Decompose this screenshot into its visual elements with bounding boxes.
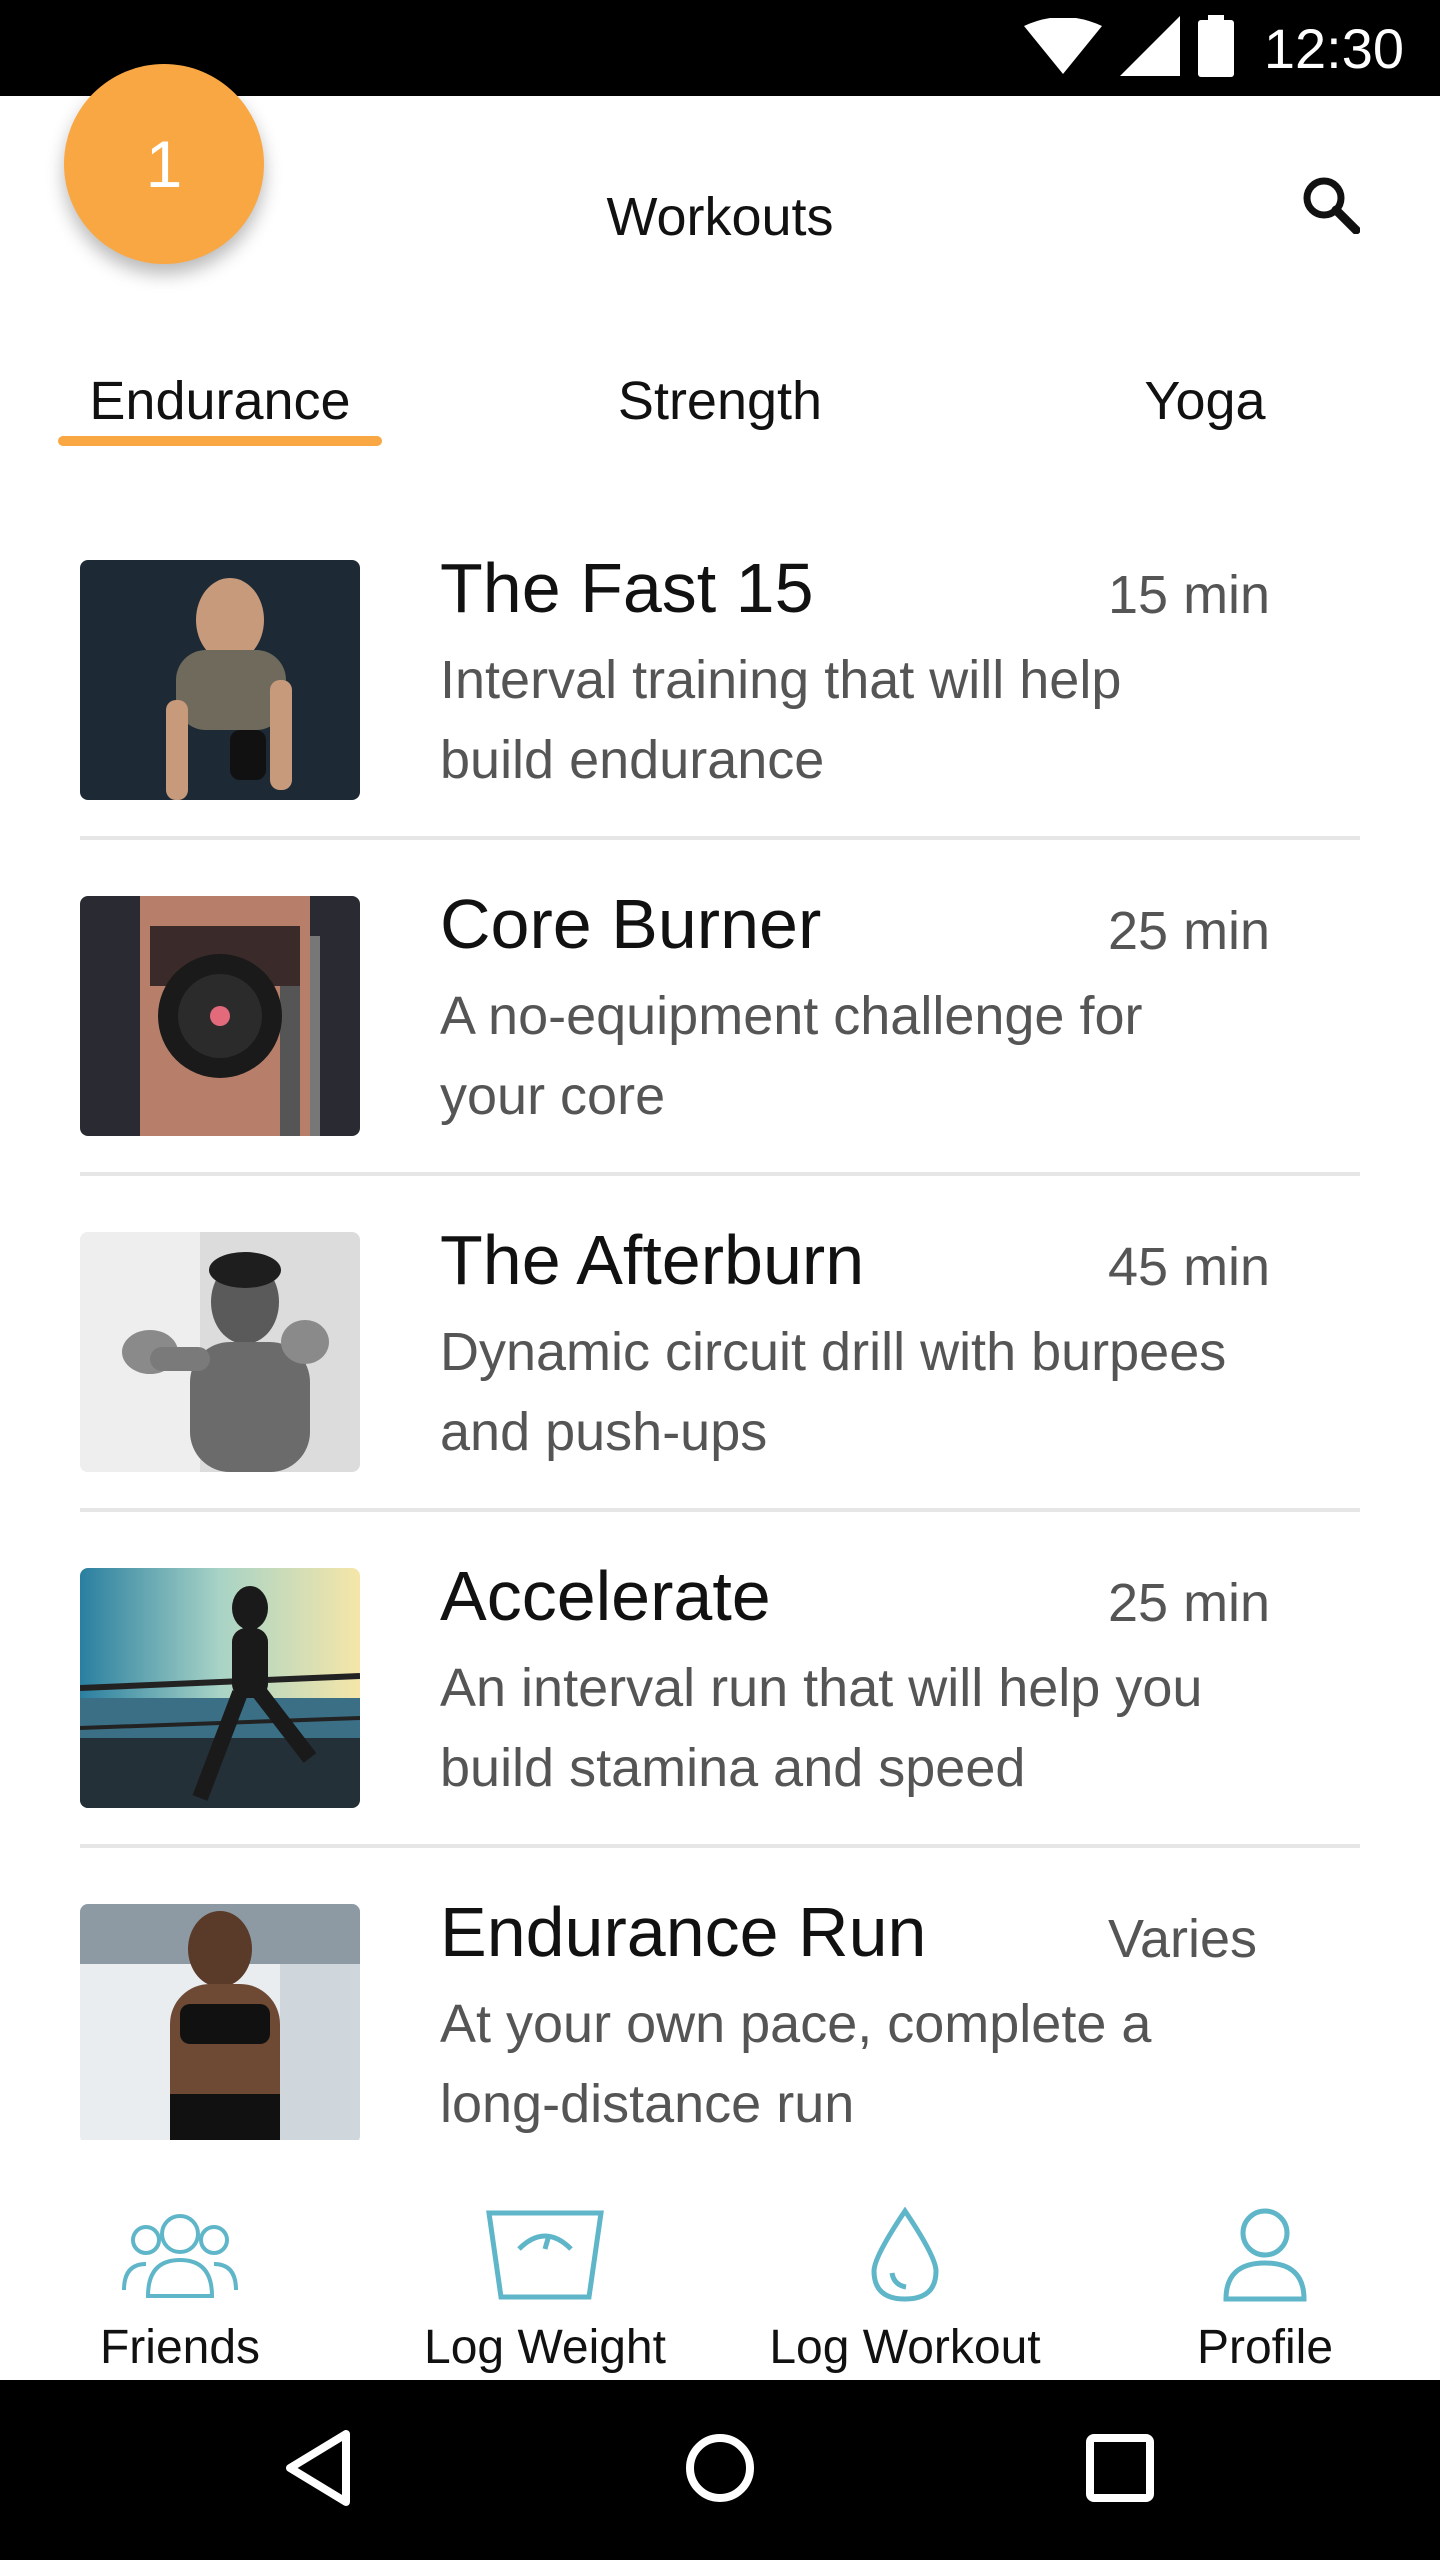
home-button[interactable] bbox=[670, 2420, 770, 2520]
workout-duration: 25 min bbox=[1108, 901, 1271, 961]
workout-thumbnail bbox=[80, 560, 360, 800]
workout-duration: 45 min bbox=[1108, 1237, 1271, 1297]
workout-thumbnail bbox=[80, 896, 360, 1136]
workout-title: Endurance Run bbox=[440, 1893, 927, 1971]
tab-strength[interactable]: Strength bbox=[560, 356, 880, 446]
workout-thumbnail bbox=[80, 1568, 360, 1808]
nav-log-weight[interactable]: Log Weight bbox=[400, 2160, 690, 2380]
tab-endurance[interactable]: Endurance bbox=[58, 356, 382, 446]
nav-label: Log Weight bbox=[424, 2321, 666, 2374]
recents-button[interactable] bbox=[1070, 2420, 1170, 2520]
battery-icon bbox=[1197, 14, 1234, 82]
friends-icon bbox=[120, 2190, 240, 2320]
divider bbox=[80, 836, 1360, 840]
tab-indicator bbox=[58, 436, 382, 446]
search-icon bbox=[1300, 174, 1361, 239]
workout-description: A no-equipment challenge for your core bbox=[440, 986, 1143, 1126]
workout-title: Core Burner bbox=[440, 885, 822, 963]
recents-icon bbox=[1080, 2428, 1160, 2513]
home-icon bbox=[680, 2428, 760, 2513]
nav-label: Profile bbox=[1196, 2321, 1334, 2374]
nav-friends[interactable]: Friends bbox=[70, 2160, 290, 2380]
workout-item-endurance-run[interactable]: Endurance Run Varies At your own pace, c… bbox=[0, 1874, 1440, 2140]
divider bbox=[80, 1172, 1360, 1176]
tab-yoga[interactable]: Yoga bbox=[1100, 356, 1310, 446]
search-button[interactable] bbox=[1290, 166, 1370, 246]
workout-item-the-afterburn[interactable]: The Afterburn 45 min Dynamic circuit dri… bbox=[0, 1202, 1440, 1538]
bottom-nav: Friends Log Weight Log Workout Profile bbox=[0, 2160, 1440, 2380]
system-nav-bar bbox=[0, 2380, 1440, 2560]
divider bbox=[80, 1844, 1360, 1848]
nav-label: Log Workout bbox=[769, 2321, 1041, 2374]
back-button[interactable] bbox=[270, 2420, 370, 2520]
category-tabs: Endurance Strength Yoga bbox=[0, 336, 1440, 476]
workout-item-the-fast-15[interactable]: The Fast 15 15 min Interval training tha… bbox=[0, 530, 1440, 866]
workout-item-core-burner[interactable]: Core Burner 25 min A no-equipment challe… bbox=[0, 866, 1440, 1202]
water-drop-icon bbox=[870, 2190, 940, 2320]
workout-description: Dynamic circuit drill with burpees and p… bbox=[440, 1322, 1227, 1462]
workout-duration: Varies bbox=[1108, 1909, 1258, 1969]
workout-item-accelerate[interactable]: Accelerate 25 min An interval run that w… bbox=[0, 1538, 1440, 1874]
back-icon bbox=[280, 2428, 360, 2513]
workout-list: The Fast 15 15 min Interval training tha… bbox=[0, 530, 1440, 2140]
status-icons: 12:30 bbox=[1023, 14, 1404, 82]
workout-thumbnail bbox=[80, 1904, 360, 2140]
workout-title: The Fast 15 bbox=[440, 549, 814, 627]
profile-icon bbox=[1220, 2190, 1310, 2320]
workout-title: Accelerate bbox=[440, 1557, 771, 1635]
workout-description: Interval training that will help build e… bbox=[440, 650, 1122, 790]
workout-thumbnail bbox=[80, 1232, 360, 1472]
divider bbox=[80, 1508, 1360, 1512]
nav-log-workout[interactable]: Log Workout bbox=[750, 2160, 1060, 2380]
workout-title: The Afterburn bbox=[440, 1221, 865, 1299]
scale-icon bbox=[485, 2190, 605, 2320]
workout-description: An interval run that will help you build… bbox=[440, 1658, 1203, 1798]
signal-icon bbox=[1119, 15, 1180, 81]
notification-badge[interactable]: 1 bbox=[64, 64, 264, 264]
status-time: 12:30 bbox=[1263, 16, 1404, 80]
nav-label: Friends bbox=[99, 2321, 261, 2374]
workout-duration: 25 min bbox=[1108, 1573, 1271, 1633]
wifi-icon bbox=[1023, 16, 1102, 79]
workout-duration: 15 min bbox=[1108, 565, 1271, 625]
nav-profile[interactable]: Profile bbox=[1150, 2160, 1380, 2380]
workout-description: At your own pace, complete a long-distan… bbox=[440, 1994, 1152, 2134]
